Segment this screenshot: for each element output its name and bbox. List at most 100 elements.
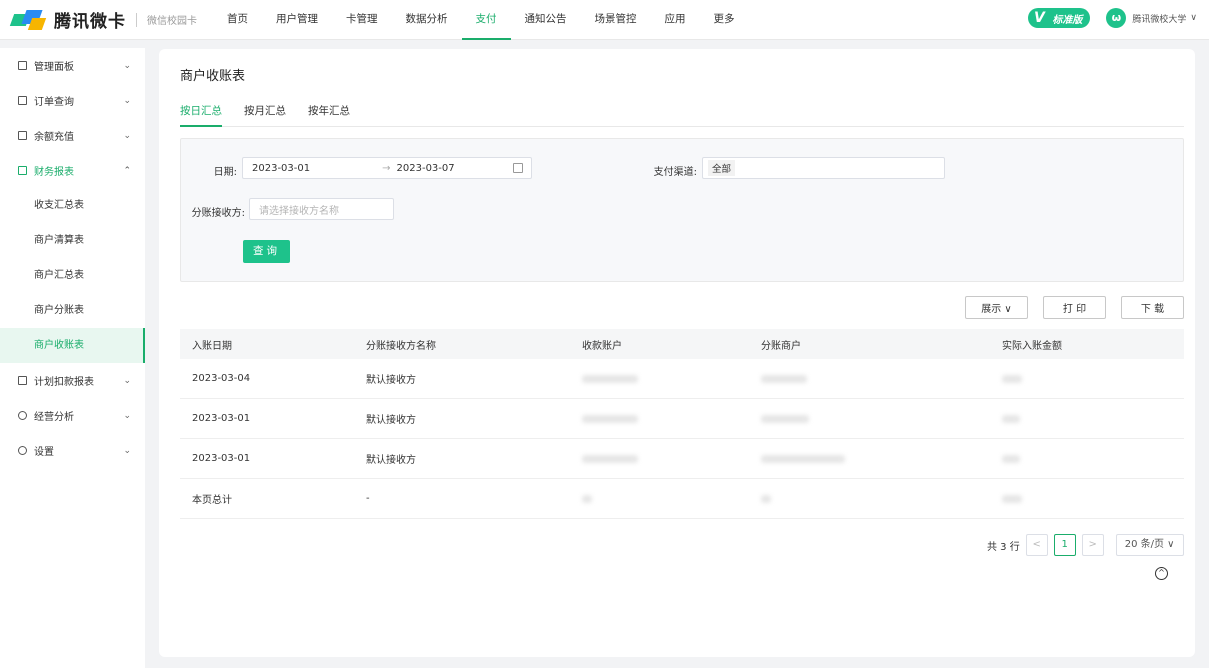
- row-date: 2023-03-01: [192, 413, 251, 424]
- brand-divider: [136, 12, 137, 27]
- chevron-up-icon: ⌃: [123, 165, 131, 176]
- filter-panel: 日期: 2023-03-01 → 2023-03-07 支付渠道: 全部 分账接…: [180, 138, 1184, 282]
- table-total-row: 本页总计 -: [180, 479, 1184, 519]
- grid-icon: [18, 61, 27, 70]
- nav-scene-control[interactable]: 场景管控: [581, 0, 651, 40]
- logo-icon: [9, 8, 48, 32]
- sidebar-item-label: 计划扣款报表: [34, 377, 94, 388]
- receiver-label: 分账接收方:: [191, 208, 245, 219]
- nav-user-management[interactable]: 用户管理: [262, 0, 332, 40]
- sidebar-item-financial-reports[interactable]: 财务报表 ⌃: [0, 153, 145, 188]
- query-button[interactable]: 查询: [243, 240, 290, 263]
- sidebar-item-planned-deduction[interactable]: 计划扣款报表 ⌄: [0, 363, 145, 398]
- total-count: 共 3 行: [987, 541, 1020, 553]
- nav-card-management[interactable]: 卡管理: [332, 0, 392, 40]
- redacted-amount: [1002, 414, 1020, 423]
- sidebar-item-label: 经营分析: [34, 412, 74, 423]
- sidebar-item-label: 订单查询: [34, 97, 74, 108]
- sidebar-item-recharge[interactable]: 余额充值 ⌄: [0, 118, 145, 153]
- brand-logo[interactable]: 腾讯微卡: [9, 7, 126, 32]
- sidebar-item-dashboard[interactable]: 管理面板 ⌄: [0, 48, 145, 83]
- nav-payment[interactable]: 支付: [461, 0, 511, 40]
- sidebar-item-label: 财务报表: [34, 167, 74, 178]
- main-card: 商户收账表 按日汇总 按月汇总 按年汇总 日期: 2023-03-01 → 20…: [159, 49, 1195, 657]
- back-to-top-icon[interactable]: ^: [1155, 567, 1168, 580]
- row-date: 2023-03-01: [192, 453, 251, 464]
- display-columns-button[interactable]: 展示 ∨: [965, 296, 1028, 319]
- redacted-merchant: [761, 494, 771, 503]
- nav-home[interactable]: 首页: [213, 0, 262, 40]
- pagination: 共 3 行 < 1 > 20 条/页 ∨: [987, 534, 1184, 556]
- wallet-icon: [18, 131, 27, 140]
- nav-more[interactable]: 更多: [700, 0, 749, 40]
- sidebar-subitem-merchant-split[interactable]: 商户分账表: [0, 293, 145, 328]
- table-icon: [18, 166, 27, 175]
- page-title: 商户收账表: [180, 69, 246, 84]
- top-bar: 腾讯微卡 微信校园卡 首页 用户管理 卡管理 数据分析 支付 通知公告 场景管控…: [0, 0, 1209, 40]
- redacted-amount: [1002, 454, 1020, 463]
- date-range-picker[interactable]: 2023-03-01 → 2023-03-07: [242, 157, 532, 179]
- chevron-down-icon: ⌄: [123, 410, 131, 421]
- data-table: 入账日期 分账接收方名称 收款账户 分账商户 实际入账金额 2023-03-04…: [180, 329, 1184, 519]
- calendar-icon[interactable]: [513, 163, 523, 173]
- table-header: 入账日期 分账接收方名称 收款账户 分账商户 实际入账金额: [180, 329, 1184, 359]
- page-size-select[interactable]: 20 条/页 ∨: [1115, 534, 1184, 556]
- nav-notice[interactable]: 通知公告: [511, 0, 581, 40]
- top-right: V 标准版 ω 腾讯微校大学 ∨: [1028, 8, 1197, 28]
- chevron-down-icon[interactable]: ∨: [1190, 13, 1197, 23]
- tab-yearly[interactable]: 按年汇总: [308, 103, 350, 127]
- row-receiver: 默认接收方: [366, 415, 416, 426]
- nav-data-analysis[interactable]: 数据分析: [392, 0, 462, 40]
- user-name[interactable]: 腾讯微校大学: [1132, 12, 1186, 25]
- chevron-down-icon: ⌄: [123, 95, 131, 106]
- sidebar-item-label: 设置: [34, 447, 54, 458]
- prev-page-button[interactable]: <: [1025, 534, 1048, 556]
- redacted-merchant: [761, 374, 807, 383]
- redacted-amount: [1002, 494, 1022, 503]
- arrow-right-icon: →: [382, 162, 391, 174]
- row-receiver: 默认接收方: [366, 455, 416, 466]
- sidebar-item-business-analysis[interactable]: 经营分析 ⌄: [0, 398, 145, 433]
- tab-daily[interactable]: 按日汇总: [180, 103, 222, 127]
- print-button[interactable]: 打 印: [1043, 296, 1106, 319]
- sidebar-item-orders[interactable]: 订单查询 ⌄: [0, 83, 145, 118]
- tab-bar: 按日汇总 按月汇总 按年汇总: [180, 103, 1184, 127]
- channel-chip: 全部: [708, 160, 736, 176]
- table-icon: [18, 376, 27, 385]
- top-nav: 首页 用户管理 卡管理 数据分析 支付 通知公告 场景管控 应用 更多: [213, 0, 749, 40]
- date-start[interactable]: 2023-03-01: [252, 163, 310, 174]
- avatar[interactable]: ω: [1106, 8, 1127, 28]
- redacted-account: [582, 454, 638, 463]
- sidebar-subitem-merchant-summary[interactable]: 商户汇总表: [0, 258, 145, 293]
- column-header: 入账日期: [192, 340, 232, 352]
- nav-apps[interactable]: 应用: [651, 0, 700, 40]
- sidebar: 管理面板 ⌄ 订单查询 ⌄ 余额充值 ⌄ 财务报表 ⌃ 收支汇总表 商户清算表 …: [0, 48, 145, 668]
- date-end[interactable]: 2023-03-07: [397, 163, 455, 174]
- channel-select[interactable]: 全部: [702, 157, 945, 179]
- receiver-select[interactable]: 请选择接收方名称: [249, 198, 394, 220]
- chevron-down-icon: ⌄: [123, 375, 131, 386]
- chevron-down-icon: ⌄: [123, 445, 131, 456]
- row-date: 2023-03-04: [192, 373, 251, 384]
- receiver-placeholder: 请选择接收方名称: [259, 205, 339, 217]
- sidebar-subitem-merchant-settlement[interactable]: 商户清算表: [0, 223, 145, 258]
- page-number[interactable]: 1: [1053, 534, 1076, 556]
- brand-sub: 微信校园卡: [147, 16, 197, 27]
- edition-badge[interactable]: V 标准版: [1028, 8, 1091, 28]
- brand-name: 腾讯微卡: [54, 12, 126, 32]
- sidebar-item-label: 余额充值: [34, 132, 74, 143]
- date-label: 日期:: [213, 167, 237, 178]
- tab-monthly[interactable]: 按月汇总: [244, 103, 286, 127]
- sidebar-item-label: 管理面板: [34, 62, 74, 73]
- sidebar-subitem-income-summary[interactable]: 收支汇总表: [0, 188, 145, 223]
- chevron-down-icon: ⌄: [123, 130, 131, 141]
- sidebar-item-settings[interactable]: 设置 ⌄: [0, 433, 145, 468]
- pie-icon: [18, 411, 27, 420]
- download-button[interactable]: 下 载: [1121, 296, 1184, 319]
- next-page-button[interactable]: >: [1081, 534, 1104, 556]
- total-receiver: -: [366, 493, 370, 504]
- redacted-merchant: [761, 414, 809, 423]
- chevron-down-icon: ⌄: [123, 60, 131, 71]
- table-row: 2023-03-01 默认接收方: [180, 399, 1184, 439]
- sidebar-subitem-merchant-receipts[interactable]: 商户收账表: [0, 328, 145, 363]
